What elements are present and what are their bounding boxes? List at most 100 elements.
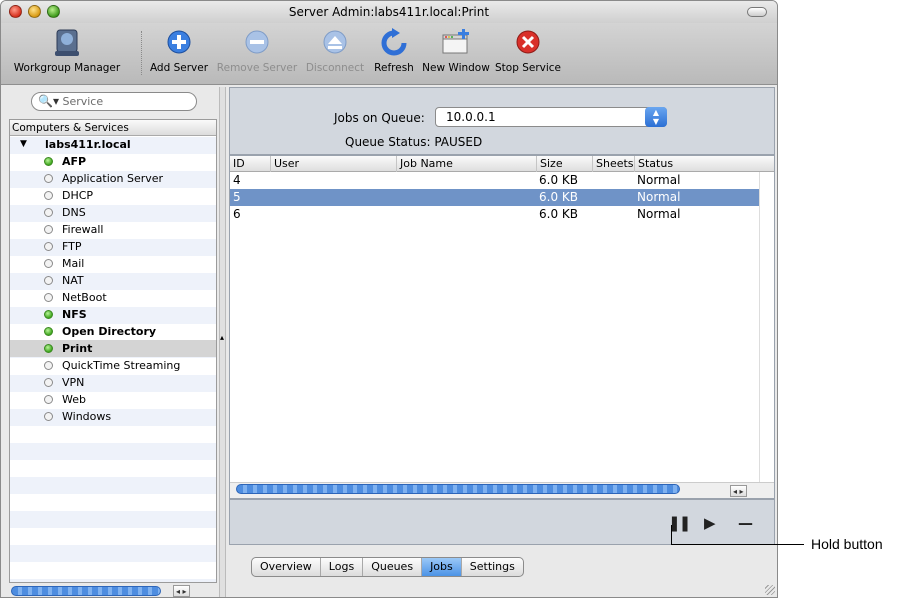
sidebar-item-label: VPN <box>62 376 85 389</box>
sidebar-item-mail[interactable]: Mail <box>10 255 216 272</box>
sidebar-item-label: FTP <box>62 240 82 253</box>
remove-job-button[interactable]: — <box>738 514 753 532</box>
sidebar-horizontal-scrollbar[interactable]: ◂ ▸ <box>9 585 217 597</box>
minimize-window-button[interactable] <box>28 5 41 18</box>
column-header-status[interactable]: Status <box>634 156 761 172</box>
queue-popup[interactable]: 10.0.0.1 ▲ ▼ <box>435 107 667 127</box>
disconnect-label: Disconnect <box>305 62 365 74</box>
sidebar-item-label: Application Server <box>62 172 164 185</box>
table-row[interactable]: 5 6.0 KB Normal <box>230 189 774 206</box>
hold-button-callout: Hold button <box>811 536 883 552</box>
sidebar-item-print[interactable]: Print <box>10 340 216 357</box>
scroll-thumb[interactable] <box>236 484 680 494</box>
sidebar-item-dhcp[interactable]: DHCP <box>10 187 216 204</box>
status-dot-icon <box>44 259 53 268</box>
sidebar-item-label: Windows <box>62 410 112 423</box>
zoom-window-button[interactable] <box>47 5 60 18</box>
title-bar[interactable]: Server Admin:labs411r.local:Print <box>1 1 777 23</box>
tab-settings[interactable]: Settings <box>462 558 523 576</box>
disconnect-button[interactable]: Disconnect <box>299 27 371 74</box>
stop-service-label: Stop Service <box>495 62 562 74</box>
table-row[interactable]: 4 6.0 KB Normal <box>230 172 774 189</box>
queue-status: Queue Status: PAUSED <box>345 135 483 149</box>
cell-status: Normal <box>637 190 681 204</box>
toolbar: Workgroup Manager Add Server Remove Serv… <box>1 23 777 85</box>
status-dot-icon <box>44 191 53 200</box>
collapse-arrow-icon[interactable]: ▴ <box>220 333 224 342</box>
column-header-job-name[interactable]: Job Name <box>396 156 536 172</box>
sidebar-item-ftp[interactable]: FTP <box>10 238 216 255</box>
sidebar-item-firewall[interactable]: Firewall <box>10 221 216 238</box>
new-window-button[interactable]: New Window <box>421 27 491 74</box>
tab-overview[interactable]: Overview <box>252 558 321 576</box>
server-admin-window: Server Admin:labs411r.local:Print Workgr… <box>0 0 778 598</box>
sidebar-item-label: QuickTime Streaming <box>62 359 181 372</box>
tab-logs[interactable]: Logs <box>321 558 364 576</box>
status-dot-icon <box>44 242 53 251</box>
cell-status: Normal <box>637 207 681 221</box>
window-title: Server Admin:labs411r.local:Print <box>288 5 490 19</box>
refresh-icon <box>381 28 407 56</box>
jobs-vertical-scrollbar[interactable] <box>759 172 774 482</box>
service-search-field[interactable]: 🔍▾ Service <box>31 92 197 111</box>
sidebar-item-afp[interactable]: AFP <box>10 153 216 170</box>
cell-id: 4 <box>233 173 241 187</box>
remove-server-icon <box>245 30 269 54</box>
services-list: Computers & Services ▼ labs411r.local AF… <box>9 119 217 583</box>
sidebar-item-web[interactable]: Web <box>10 391 216 408</box>
sidebar-item-windows[interactable]: Windows <box>10 408 216 425</box>
cell-size: 6.0 KB <box>539 190 578 204</box>
pane-splitter[interactable]: ▴ <box>219 87 226 597</box>
sidebar-item-application-server[interactable]: Application Server <box>10 170 216 187</box>
toolbar-toggle-button[interactable] <box>747 7 767 17</box>
workgroup-manager-label: Workgroup Manager <box>13 62 121 74</box>
sidebar-item-label: Print <box>62 342 93 355</box>
tab-queues[interactable]: Queues <box>363 558 423 576</box>
remove-server-button[interactable]: Remove Server <box>215 27 299 74</box>
sidebar-item-nfs[interactable]: NFS <box>10 306 216 323</box>
job-controls-panel: ❚❚ ▶ — <box>229 499 775 545</box>
scroll-thumb[interactable] <box>11 586 161 596</box>
disclosure-triangle-icon[interactable]: ▼ <box>20 136 27 153</box>
sidebar-item-label: NFS <box>62 308 87 321</box>
column-header-id[interactable]: ID <box>230 156 270 172</box>
sidebar-item-vpn[interactable]: VPN <box>10 374 216 391</box>
host-row[interactable]: ▼ labs411r.local <box>10 136 216 153</box>
sidebar-item-label: DNS <box>62 206 86 219</box>
new-window-icon <box>442 29 469 54</box>
refresh-button[interactable]: Refresh <box>369 27 419 74</box>
popup-arrows-icon: ▲ ▼ <box>645 107 667 127</box>
workgroup-manager-icon <box>55 29 79 56</box>
status-dot-icon <box>44 225 53 234</box>
tab-bar: Overview Logs Queues Jobs Settings <box>251 557 524 577</box>
jobs-horizontal-scrollbar[interactable]: ◂ ▸ <box>230 482 774 498</box>
column-header-size[interactable]: Size <box>536 156 592 172</box>
sidebar-item-netboot[interactable]: NetBoot <box>10 289 216 306</box>
status-dot-icon <box>44 344 53 353</box>
status-dot-icon <box>44 157 53 166</box>
cell-status: Normal <box>637 173 681 187</box>
status-dot-icon <box>44 361 53 370</box>
workgroup-manager-button[interactable]: Workgroup Manager <box>5 27 129 74</box>
tab-jobs[interactable]: Jobs <box>422 558 462 576</box>
stop-service-button[interactable]: Stop Service <box>495 27 561 74</box>
sidebar-item-dns[interactable]: DNS <box>10 204 216 221</box>
sidebar-item-label: Mail <box>62 257 85 270</box>
sidebar-item-open-directory[interactable]: Open Directory <box>10 323 216 340</box>
table-row[interactable]: 6 6.0 KB Normal <box>230 206 774 223</box>
add-server-icon <box>167 30 191 54</box>
status-dot-icon <box>44 276 53 285</box>
scroll-arrows[interactable]: ◂ ▸ <box>173 585 190 597</box>
window-resize-grip[interactable] <box>765 585 775 595</box>
column-header-sheets[interactable]: Sheets <box>592 156 634 172</box>
services-list-header: Computers & Services <box>10 120 216 136</box>
column-header-user[interactable]: User <box>270 156 396 172</box>
sidebar-item-quicktime-streaming[interactable]: QuickTime Streaming <box>10 357 216 374</box>
resume-button[interactable]: ▶ <box>704 514 716 532</box>
sidebar: 🔍▾ Service Computers & Services ▼ labs41… <box>9 89 217 597</box>
status-dot-icon <box>44 378 53 387</box>
scroll-arrows[interactable]: ◂ ▸ <box>730 485 747 497</box>
close-window-button[interactable] <box>9 5 22 18</box>
add-server-button[interactable]: Add Server <box>147 27 211 74</box>
sidebar-item-nat[interactable]: NAT <box>10 272 216 289</box>
